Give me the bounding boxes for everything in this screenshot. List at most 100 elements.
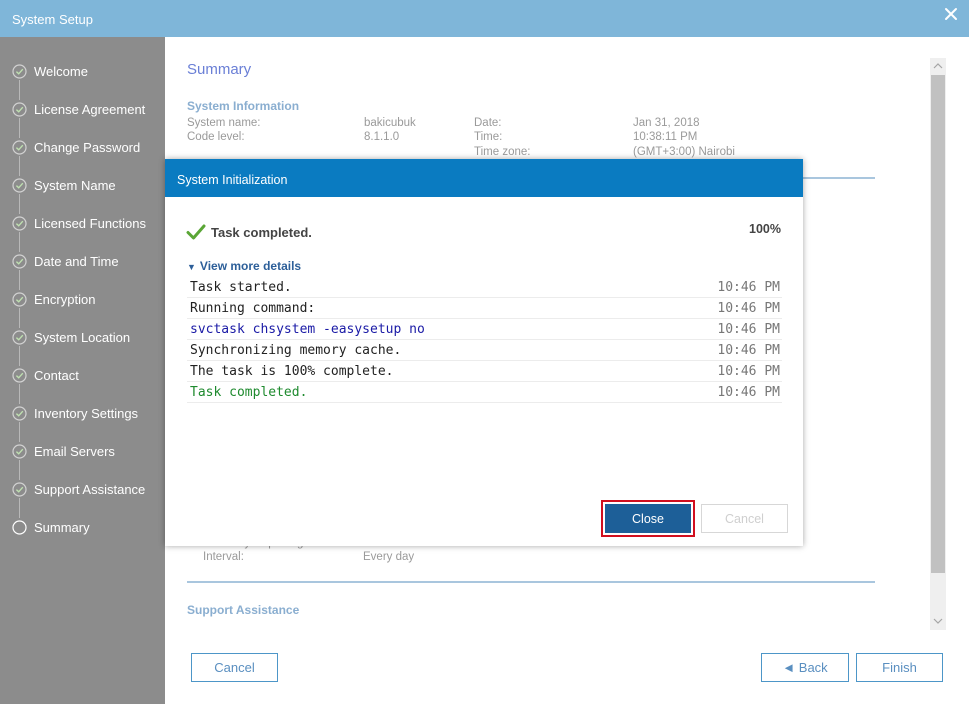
date-label: Date: [474, 117, 502, 129]
system-initialization-dialog: System Initialization Task completed. 10… [165, 159, 803, 546]
step-connector [19, 270, 20, 290]
step-welcome: Welcome [12, 62, 162, 100]
step-label: Encryption [34, 292, 96, 307]
step-connector [19, 118, 20, 138]
log-message: svctask chsystem -easysetup no [190, 322, 425, 337]
step-label: System Location [34, 330, 131, 345]
log-message: Synchronizing memory cache. [190, 343, 402, 358]
scrollbar-thumb[interactable] [931, 75, 945, 573]
step-inventory-settings: Inventory Settings [12, 404, 162, 442]
log-time: 10:46 PM [717, 364, 780, 379]
log-row: Synchronizing memory cache. 10:46 PM [187, 340, 782, 361]
step-connector [19, 498, 20, 518]
step-system-name: System Name [12, 176, 162, 214]
progress-percent: 100% [749, 222, 781, 236]
close-button[interactable]: Close [601, 500, 695, 537]
step-email-servers: Email Servers [12, 442, 162, 480]
time-label: Time: [474, 131, 503, 143]
timezone-label: Time zone: [474, 146, 531, 158]
step-support-assistance: Support Assistance [12, 480, 162, 518]
log-message: Task started. [190, 280, 292, 295]
dialog-title: System Initialization [177, 173, 288, 187]
task-status-text: Task completed. [211, 225, 312, 240]
check-circle-icon [12, 444, 27, 459]
step-label: Email Servers [34, 444, 115, 459]
step-connector [19, 156, 20, 176]
step-contact: Contact [12, 366, 162, 404]
view-more-details-toggle[interactable]: ▼ View more details [187, 259, 301, 273]
vertical-scrollbar[interactable] [930, 58, 946, 630]
log-message: The task is 100% complete. [190, 364, 394, 379]
step-label: System Name [34, 178, 116, 193]
step-label: Support Assistance [34, 482, 146, 497]
cancel-button[interactable]: Cancel [191, 653, 278, 682]
log-row: svctask chsystem -easysetup no 10:46 PM [187, 319, 782, 340]
log-time: 10:46 PM [717, 301, 780, 316]
check-circle-icon [12, 140, 27, 155]
support-assistance-heading: Support Assistance [187, 603, 300, 617]
check-circle-icon [12, 64, 27, 79]
step-label: Licensed Functions [34, 216, 147, 231]
section-divider [187, 581, 875, 583]
timezone-value: (GMT+3:00) Nairobi [633, 146, 735, 158]
time-value: 10:38:11 PM [633, 131, 698, 143]
scroll-up-icon[interactable] [933, 62, 943, 70]
system-name-label: System name: [187, 117, 261, 129]
window-title: System Setup [12, 12, 93, 27]
step-system-location: System Location [12, 328, 162, 366]
step-license-agreement: License Agreement [12, 100, 162, 138]
step-date-and-time: Date and Time [12, 252, 162, 290]
dialog-cancel-button[interactable]: Cancel [701, 504, 788, 533]
step-label: Date and Time [34, 254, 119, 269]
system-name-value: bakicubuk [364, 117, 416, 129]
check-circle-icon [12, 406, 27, 421]
dialog-header: System Initialization [165, 159, 803, 197]
finish-button[interactable]: Finish [856, 653, 943, 682]
step-label: Welcome [34, 64, 88, 79]
step-connector [19, 422, 20, 442]
step-connector [19, 232, 20, 252]
back-button[interactable]: ◄ Back [761, 653, 849, 682]
step-connector [19, 384, 20, 404]
log-row: The task is 100% complete. 10:46 PM [187, 361, 782, 382]
system-information-heading: System Information [187, 99, 300, 113]
title-bar: System Setup [0, 0, 969, 37]
log-row: Running command: 10:46 PM [187, 298, 782, 319]
step-connector [19, 308, 20, 328]
step-connector [19, 346, 20, 366]
log-message: Running command: [190, 301, 316, 316]
log-row: Task completed. 10:46 PM [187, 382, 782, 403]
check-circle-icon [12, 216, 27, 231]
log-time: 10:46 PM [717, 280, 780, 295]
log-row: Task started. 10:46 PM [187, 277, 782, 298]
check-circle-icon [12, 254, 27, 269]
step-connector [19, 80, 20, 100]
step-label: License Agreement [34, 102, 146, 117]
check-circle-icon [12, 102, 27, 117]
scroll-down-icon[interactable] [933, 617, 943, 625]
log-time: 10:46 PM [717, 322, 780, 337]
log-time: 10:46 PM [717, 343, 780, 358]
interval-value: Every day [363, 551, 415, 563]
step-encryption: Encryption [12, 290, 162, 328]
log-message: Task completed. [190, 385, 308, 400]
date-value: Jan 31, 2018 [633, 117, 700, 129]
checkmark-icon [186, 224, 206, 240]
check-circle-icon [12, 482, 27, 497]
check-circle-icon [12, 368, 27, 383]
check-circle-icon [12, 330, 27, 345]
circle-icon [12, 520, 27, 535]
step-label: Inventory Settings [34, 406, 139, 421]
details-label: View more details [199, 259, 302, 273]
step-label: Contact [34, 368, 79, 383]
close-icon[interactable] [943, 6, 959, 22]
step-change-password: Change Password [12, 138, 162, 176]
step-connector [19, 460, 20, 480]
wizard-steps-sidebar: Welcome License Agreement Change Passwor… [0, 37, 165, 704]
code-level-value: 8.1.1.0 [364, 131, 400, 143]
step-summary: Summary [12, 518, 162, 538]
step-licensed-functions: Licensed Functions [12, 214, 162, 252]
code-level-label: Code level: [187, 131, 245, 143]
step-connector [19, 194, 20, 214]
page-title: Summary [187, 61, 252, 78]
